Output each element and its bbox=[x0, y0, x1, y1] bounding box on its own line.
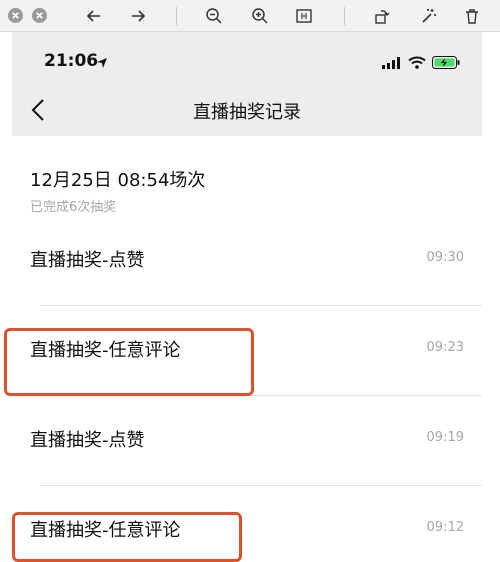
session-subtitle: 已完成6次抽奖 bbox=[30, 200, 117, 215]
record-time: 09:30 bbox=[426, 250, 464, 265]
rotate-icon[interactable] bbox=[370, 4, 394, 28]
session-header: 12月25日 08:54场次 已完成6次抽奖 bbox=[12, 136, 482, 216]
fit-screen-icon[interactable] bbox=[292, 4, 316, 28]
arrow-left-icon[interactable] bbox=[82, 4, 106, 28]
toolbar-divider bbox=[344, 7, 345, 25]
close-icon[interactable] bbox=[8, 8, 23, 23]
list-item[interactable]: 直播抽奖-点赞 09:30 bbox=[12, 216, 482, 306]
list-item[interactable]: 直播抽奖-点赞 09:19 bbox=[12, 396, 482, 486]
arrow-right-icon[interactable] bbox=[126, 4, 150, 28]
status-time: 21:06 bbox=[44, 51, 99, 71]
record-name: 直播抽奖-任意评论 bbox=[30, 340, 181, 361]
record-name: 直播抽奖-任意评论 bbox=[30, 520, 181, 541]
battery-charging-icon bbox=[432, 54, 460, 73]
location-arrow-icon bbox=[96, 54, 108, 73]
magic-wand-icon[interactable] bbox=[416, 4, 440, 28]
phone-screen: 21:06 直播抽奖记录 12月25日 08:54场次 已完成6次抽奖 直播抽奖… bbox=[12, 32, 482, 544]
page-title: 直播抽奖记录 bbox=[193, 102, 301, 123]
session-title: 12月25日 08:54场次 bbox=[30, 170, 206, 191]
record-name: 直播抽奖-点赞 bbox=[30, 250, 145, 271]
status-bar: 21:06 bbox=[12, 32, 482, 84]
record-name: 直播抽奖-点赞 bbox=[30, 430, 145, 451]
minimize-icon[interactable] bbox=[32, 8, 47, 23]
list-item[interactable]: 直播抽奖-任意评论 09:23 bbox=[12, 306, 482, 396]
record-time: 09:23 bbox=[426, 340, 464, 355]
delete-icon[interactable] bbox=[460, 4, 484, 28]
record-time: 09:12 bbox=[426, 520, 464, 535]
viewer-toolbar bbox=[0, 0, 500, 32]
record-time: 09:19 bbox=[426, 430, 464, 445]
zoom-out-icon[interactable] bbox=[202, 4, 226, 28]
toolbar-divider bbox=[176, 7, 177, 25]
zoom-in-icon[interactable] bbox=[248, 4, 272, 28]
navigation-bar: 直播抽奖记录 bbox=[12, 84, 482, 136]
signal-icon bbox=[382, 54, 402, 73]
list-item[interactable]: 直播抽奖-任意评论 09:12 bbox=[12, 486, 482, 544]
status-icons bbox=[382, 54, 460, 73]
wifi-icon bbox=[408, 54, 426, 73]
